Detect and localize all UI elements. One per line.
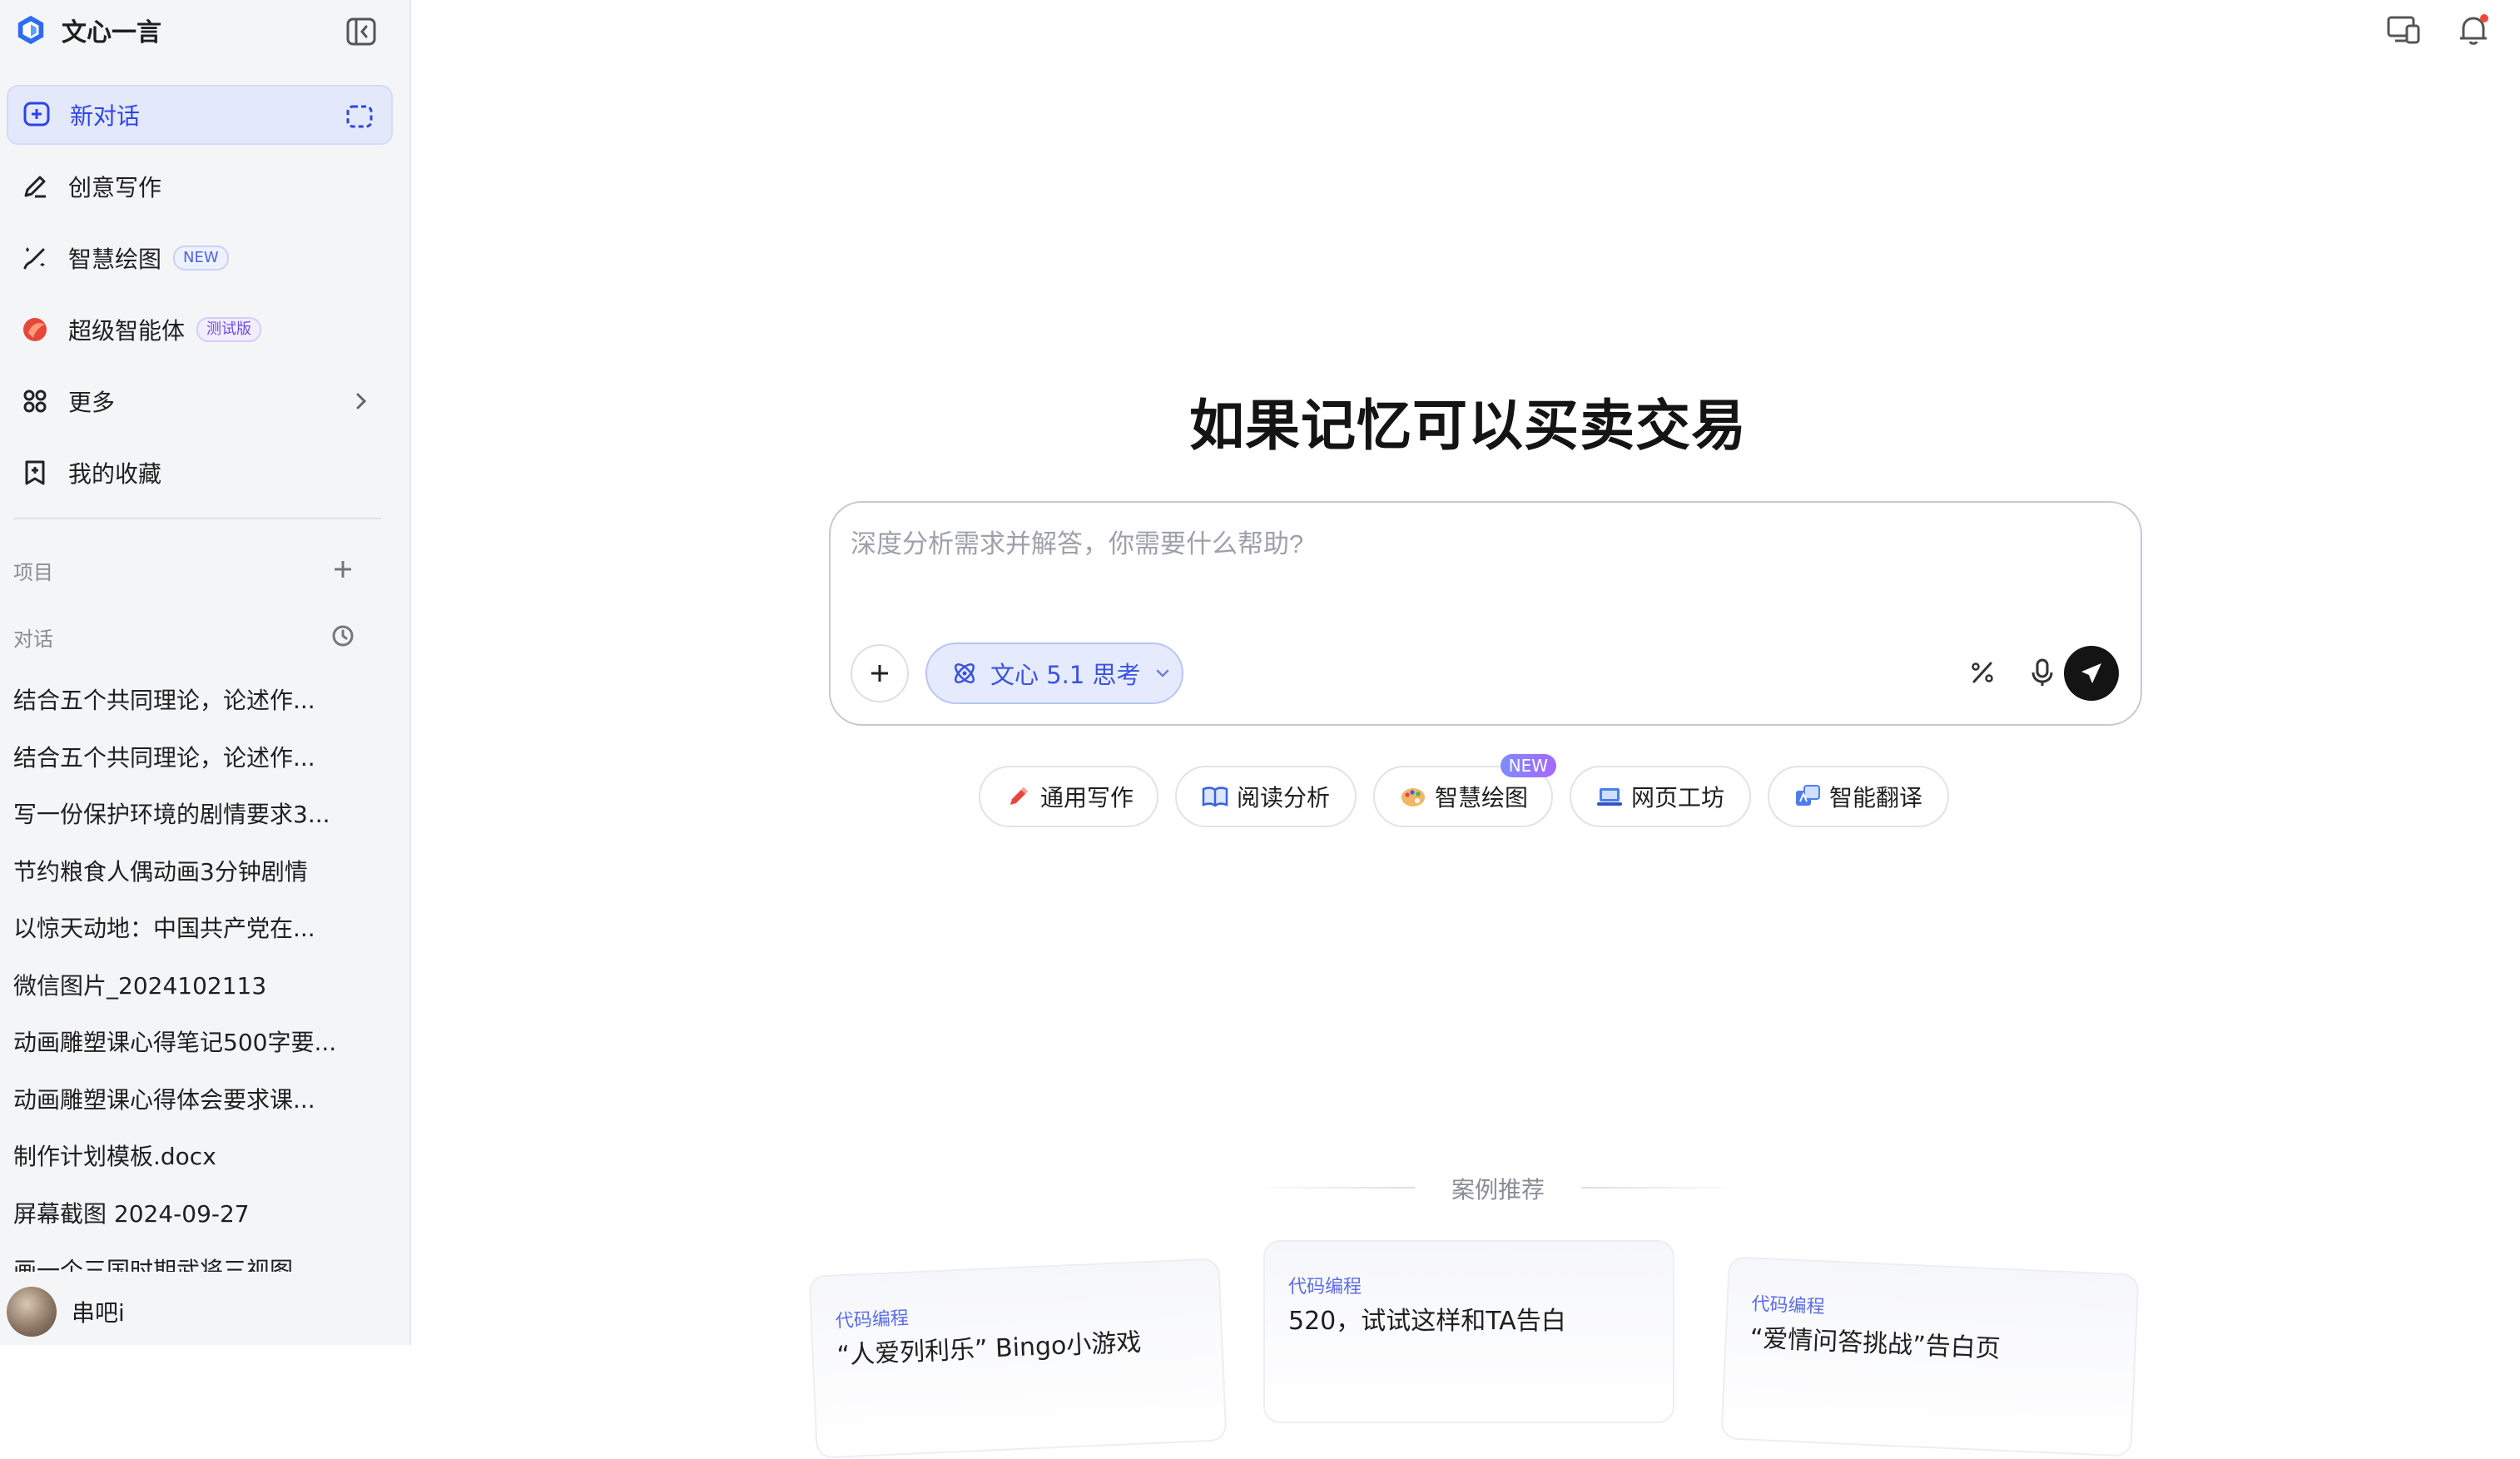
chip-label: 通用写作 xyxy=(1040,784,1134,811)
chip-general-writing[interactable]: 通用写作 xyxy=(979,766,1158,827)
conversation-list: 结合五个共同理论，论述作... 结合五个共同理论，论述作... 写一份保护环境的… xyxy=(13,671,379,1272)
case-card[interactable]: 代码编程 “爱情问答挑战”告白页 xyxy=(1720,1256,2140,1457)
bookmark-icon xyxy=(17,454,53,491)
brush-icon xyxy=(17,240,53,276)
nav-smart-drawing[interactable]: 智慧绘图 NEW xyxy=(7,228,393,288)
case-tag: 代码编程 xyxy=(1288,1277,1362,1298)
new-badge: NEW xyxy=(173,246,229,270)
user-profile[interactable]: 串吧i xyxy=(7,1287,125,1337)
translate-icon xyxy=(1793,782,1823,811)
chevron-down-icon xyxy=(1156,669,1168,677)
nav-label: 我的收藏 xyxy=(68,460,162,488)
nav-new-chat[interactable]: 新对话 xyxy=(7,85,393,145)
cases-title: 案例推荐 xyxy=(1451,1176,1545,1203)
chip-label: 阅读分析 xyxy=(1237,784,1331,811)
nav-super-agent[interactable]: 超级智能体 测试版 xyxy=(7,300,393,360)
sidebar: 文心一言 新对话 创意写作 智慧绘图 NEW 超级智能体 测试版 更多 我的收藏… xyxy=(0,0,411,1345)
new-window-icon[interactable] xyxy=(341,98,378,135)
new-tag: NEW xyxy=(1500,754,1556,777)
agent-icon xyxy=(17,311,53,348)
nav-creative-writing[interactable]: 创意写作 xyxy=(7,156,393,216)
history-icon[interactable] xyxy=(326,619,360,653)
brand[interactable]: 文心一言 xyxy=(15,13,161,47)
chip-label: 智慧绘图 xyxy=(1435,784,1529,811)
case-tag: 代码编程 xyxy=(835,1308,910,1332)
sidebar-collapse-icon[interactable] xyxy=(345,15,378,48)
conversation-item[interactable]: 制作计划模板.docx xyxy=(13,1127,379,1184)
nav-label: 智慧绘图 xyxy=(68,246,162,273)
atom-icon xyxy=(954,663,975,684)
pencil-icon xyxy=(1004,782,1034,811)
divider-line xyxy=(1581,1187,1748,1189)
conversation-item[interactable]: 动画雕塑课心得体会要求课... xyxy=(13,1070,379,1128)
quick-chips: 通用写作 阅读分析 智慧绘图 NEW 网页工坊 智能翻译 xyxy=(0,754,2520,829)
chip-label: 网页工坊 xyxy=(1631,784,1725,811)
chevron-right-icon xyxy=(343,383,379,419)
case-title: 520，试试这样和TA告白 xyxy=(1288,1307,1566,1336)
send-button[interactable] xyxy=(2064,646,2119,701)
app-name: 文心一言 xyxy=(62,18,161,47)
add-attachment-button[interactable] xyxy=(851,644,909,702)
conversation-item[interactable]: 以惊天动地：中国共产党在... xyxy=(13,899,379,956)
wenxin-logo-icon xyxy=(17,15,44,45)
grid-icon xyxy=(17,383,53,419)
palette-icon xyxy=(1398,782,1428,811)
notification-bell-icon[interactable] xyxy=(2453,10,2493,50)
book-icon xyxy=(1200,782,1230,811)
conversation-item[interactable]: 节约粮食人偶动画3分钟剧情 xyxy=(13,842,379,900)
conversation-item[interactable]: 屏幕截图 2024-09-27 xyxy=(13,1184,379,1242)
model-selector[interactable]: 文心 5.1 思考 xyxy=(925,643,1183,704)
chip-smart-drawing[interactable]: 智慧绘图 NEW xyxy=(1373,754,1556,827)
conversation-item[interactable]: 微信图片_2024102113 xyxy=(13,956,379,1014)
user-name: 串吧i xyxy=(72,1299,125,1327)
nav-favorites[interactable]: 我的收藏 xyxy=(7,443,393,503)
chip-label: 智能翻译 xyxy=(1829,784,1923,811)
composer: 文心 5.1 思考 xyxy=(829,501,2142,726)
nav-label: 超级智能体 xyxy=(68,317,186,345)
laptop-icon xyxy=(1595,782,1625,811)
case-card[interactable]: 代码编程 “人爱列利乐” Bingo小游戏 xyxy=(808,1258,1228,1459)
nav-label: 新对话 xyxy=(70,102,141,130)
model-label: 文心 5.1 思考 xyxy=(990,661,1141,689)
multi-device-icon[interactable] xyxy=(2384,10,2423,50)
avatar xyxy=(7,1287,57,1337)
add-project-icon[interactable] xyxy=(326,553,360,586)
case-card[interactable]: 代码编程 520，试试这样和TA告白 xyxy=(1263,1240,1674,1423)
cases-header: 案例推荐 xyxy=(1248,1170,1748,1203)
microphone-icon[interactable] xyxy=(2016,646,2069,699)
send-icon xyxy=(2081,663,2101,683)
conversation-item[interactable]: 结合五个共同理论，论述作... xyxy=(13,671,379,728)
chip-smart-translate[interactable]: 智能翻译 xyxy=(1768,766,1949,827)
nav-label: 创意写作 xyxy=(68,174,162,201)
chat-input[interactable] xyxy=(849,521,2101,591)
conversation-item[interactable]: 画一个三国时期武将三视图 xyxy=(13,1241,379,1272)
new-chat-icon xyxy=(18,97,55,133)
page-title: 如果记忆可以买卖交易 xyxy=(1189,394,1747,458)
chip-web-workshop[interactable]: 网页工坊 xyxy=(1570,766,1751,827)
plus-icon xyxy=(871,665,888,682)
nav-label: 更多 xyxy=(68,389,116,416)
nav-more[interactable]: 更多 xyxy=(7,371,393,431)
case-title: “爱情问答挑战”告白页 xyxy=(1749,1323,2002,1364)
case-tag: 代码编程 xyxy=(1750,1293,1826,1318)
beta-badge: 测试版 xyxy=(196,317,262,342)
sidebar-divider xyxy=(13,518,381,519)
conversations-section-title: 对话 xyxy=(13,628,53,651)
chip-reading-analysis[interactable]: 阅读分析 xyxy=(1175,766,1357,827)
slash-tools-icon[interactable] xyxy=(1956,646,2009,699)
projects-section-title: 项目 xyxy=(13,561,53,584)
conversation-item[interactable]: 动画雕塑课心得笔记500字要... xyxy=(13,1013,379,1070)
pen-icon xyxy=(17,168,53,205)
